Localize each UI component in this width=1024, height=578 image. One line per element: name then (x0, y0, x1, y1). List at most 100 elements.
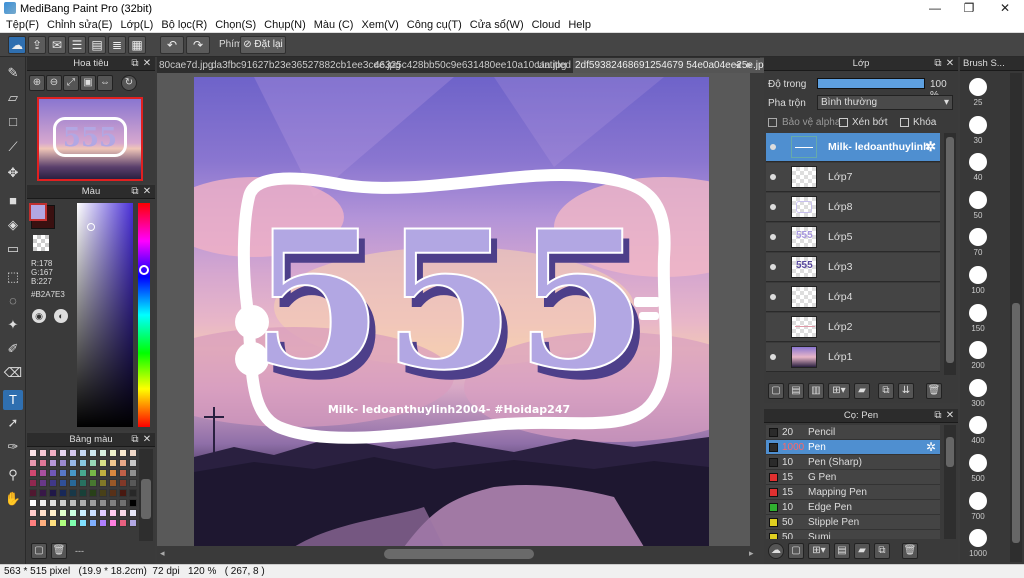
palette-swatch[interactable] (129, 509, 137, 517)
palette-swatch[interactable] (59, 459, 67, 467)
brush-row[interactable]: 20 Pencil (766, 425, 940, 440)
new-halftone-layer-icon[interactable]: ▤ (788, 383, 804, 399)
palette-scrollbar[interactable] (139, 449, 153, 541)
brush-row[interactable]: 50 Sumi (766, 530, 940, 539)
transparent-swatch[interactable] (33, 235, 49, 251)
visibility-icon[interactable] (770, 264, 776, 270)
select-eraser-icon[interactable]: ⌫ (3, 363, 23, 383)
palette-swatch[interactable] (109, 479, 117, 487)
palette-swatch[interactable] (109, 519, 117, 527)
palette-swatch[interactable] (29, 499, 37, 507)
visibility-icon[interactable] (770, 204, 776, 210)
brush-row[interactable]: 15 Mapping Pen (766, 485, 940, 500)
duplicate-icon[interactable]: ⧉ (874, 543, 890, 559)
visibility-icon[interactable] (770, 234, 776, 240)
fill-rect-tool-icon[interactable]: ■ (3, 191, 23, 211)
scroll-right-icon[interactable]: ▸ (749, 548, 754, 559)
tab-doc-1[interactable]: 80cae7d.jpg (157, 58, 216, 73)
close-icon[interactable]: ✕ (141, 433, 153, 447)
menu-snap[interactable]: Chụp(N) (260, 19, 310, 31)
palette-swatch[interactable] (79, 509, 87, 517)
canvas-hscroll[interactable]: ◂ ▸ (157, 546, 760, 562)
palette-swatch[interactable] (89, 519, 97, 527)
palette-swatch[interactable] (29, 469, 37, 477)
palette-swatch[interactable] (69, 509, 77, 517)
menu-view[interactable]: Xem(V) (357, 19, 402, 31)
palette-swatch[interactable] (109, 449, 117, 457)
palette-swatch[interactable] (109, 469, 117, 477)
palette-swatch[interactable] (79, 459, 87, 467)
visibility-icon[interactable] (770, 144, 776, 150)
menu-cloud[interactable]: Cloud (528, 19, 565, 31)
palette-swatch[interactable] (79, 519, 87, 527)
menu-color[interactable]: Màu (C) (310, 19, 358, 31)
palette-swatch[interactable] (119, 489, 127, 497)
palette-scroll-thumb[interactable] (141, 479, 151, 519)
popout-icon[interactable]: ⧉ (129, 433, 141, 447)
palette-swatch[interactable] (69, 469, 77, 477)
palette-swatch[interactable] (59, 469, 67, 477)
palette-swatch[interactable] (69, 499, 77, 507)
palette-swatch[interactable] (99, 519, 107, 527)
line-tool-icon[interactable]: ⟋ (3, 137, 23, 157)
palette-swatch[interactable] (59, 479, 67, 487)
layer-row[interactable]: Lớp7 (766, 163, 940, 192)
visibility-icon[interactable] (770, 174, 776, 180)
select-pen-icon[interactable]: ✐ (3, 339, 23, 359)
palette-swatch[interactable] (99, 479, 107, 487)
close-icon[interactable]: ✕ (141, 185, 153, 199)
palette-swatch[interactable] (39, 489, 47, 497)
primary-color-swatch[interactable] (29, 203, 47, 221)
comment-icon[interactable]: ✉ (48, 36, 66, 54)
palette-swatch[interactable] (49, 519, 57, 527)
popout-icon[interactable]: ⧉ (932, 57, 944, 71)
palette-swatch[interactable] (129, 519, 137, 527)
brush-row[interactable]: 15 G Pen (766, 470, 940, 485)
palette-swatch[interactable] (79, 469, 87, 477)
palette-swatch[interactable] (99, 459, 107, 467)
palette-swatch[interactable] (49, 469, 57, 477)
tab-untitled[interactable]: Untitled (535, 58, 573, 73)
flip-icon[interactable]: ⇔ (97, 75, 113, 91)
hue-slider[interactable] (138, 203, 150, 427)
menu-window[interactable]: Cửa sổ(W) (466, 19, 528, 31)
close-icon[interactable]: ✕ (944, 57, 956, 71)
palette-swatch[interactable] (129, 489, 137, 497)
rotate-icon[interactable]: ↻ (121, 75, 137, 91)
palette-swatch[interactable] (89, 509, 97, 517)
text-tool-icon[interactable]: T (3, 390, 23, 410)
sv-cursor[interactable] (87, 223, 95, 231)
new-1bit-layer-icon[interactable]: ▥ (808, 383, 824, 399)
tab-prev-icon[interactable]: ◂ (735, 58, 741, 71)
brush-row[interactable]: 1000 Pen ✲ (766, 440, 940, 455)
reset-button[interactable]: ⊘ Đặt lại (240, 36, 286, 54)
palette-swatch[interactable] (109, 489, 117, 497)
brush-size-option[interactable] (969, 190, 987, 209)
palette-swatch[interactable] (59, 499, 67, 507)
menu-layer[interactable]: Lớp(L) (116, 19, 157, 31)
palette-swatch[interactable] (49, 509, 57, 517)
palette-swatch[interactable] (29, 479, 37, 487)
new-brush-icon[interactable]: ▢ (788, 543, 804, 559)
blend-mode-select[interactable]: Bình thường ▾ (817, 95, 953, 110)
palette-swatch[interactable] (89, 479, 97, 487)
palette-swatch[interactable] (49, 449, 57, 457)
redo-button[interactable]: ↷ (186, 36, 210, 54)
palette-swatch[interactable] (39, 509, 47, 517)
brush-size-option[interactable] (969, 78, 987, 96)
zoom-in-icon[interactable]: ⊕ (29, 75, 45, 91)
operation-tool-icon[interactable]: ➚ (3, 413, 23, 433)
palette-swatch[interactable] (99, 509, 107, 517)
palette-swatch[interactable] (119, 509, 127, 517)
palette-swatch[interactable] (69, 449, 77, 457)
palette-swatch[interactable] (39, 469, 47, 477)
brush-size-option[interactable] (969, 491, 987, 510)
gradient-tool-icon[interactable]: ▭ (3, 239, 23, 259)
scroll-left-icon[interactable]: ◂ (160, 548, 165, 559)
brush-settings-icon[interactable]: ▤ (834, 543, 850, 559)
palette-swatch[interactable] (129, 469, 137, 477)
menu-edit[interactable]: Chỉnh sửa(E) (43, 19, 116, 31)
undo-button[interactable]: ↶ (160, 36, 184, 54)
palette-swatch[interactable] (79, 449, 87, 457)
canvas-vscroll[interactable] (750, 73, 760, 546)
